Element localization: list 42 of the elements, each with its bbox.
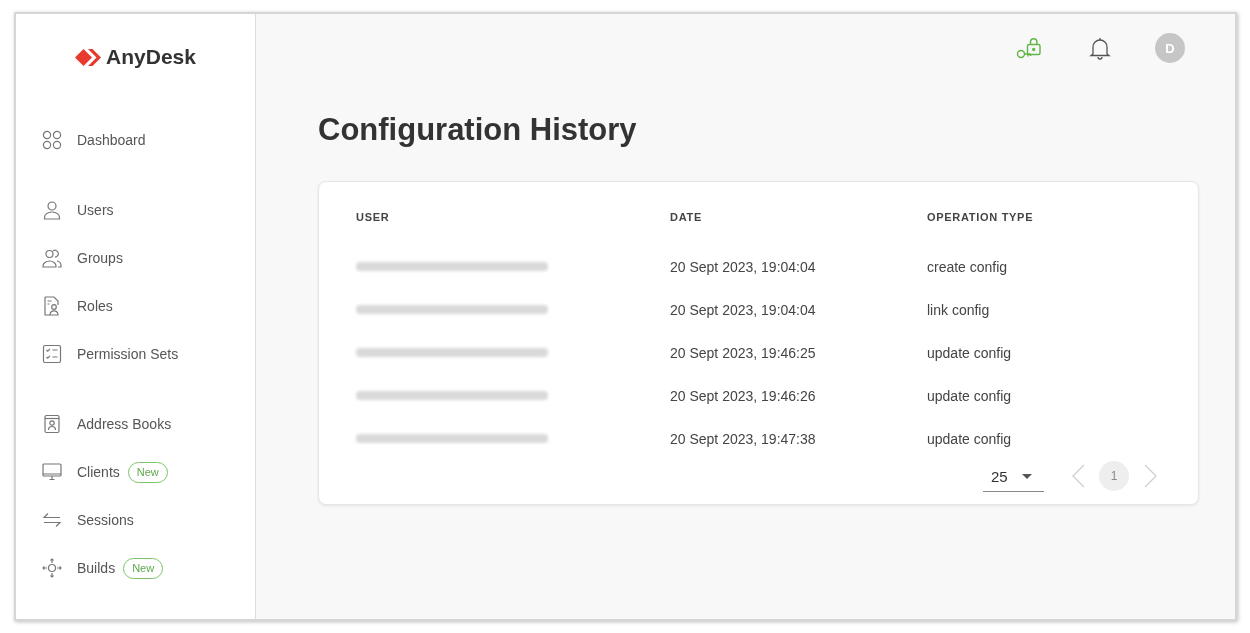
sidebar-item[interactable]: Permission Sets	[42, 344, 179, 364]
logo-text: AnyDesk	[106, 45, 196, 69]
sidebar-item[interactable]: Dashboard	[42, 130, 146, 150]
sidebar-item[interactable]: Groups	[42, 248, 123, 268]
two-people-icon	[42, 248, 62, 268]
chevron-right-icon	[1144, 464, 1158, 488]
four-circles-icon	[42, 130, 62, 150]
monitor-icon	[42, 462, 62, 482]
table-cell: update config	[927, 430, 1012, 447]
move-arrows-icon	[42, 558, 62, 578]
table-cell: link config	[927, 301, 990, 318]
sidebar-item[interactable]: Builds	[42, 558, 116, 578]
table-cell: 20 Sept 2023, 19:46:26	[670, 387, 816, 404]
caret-down-icon	[1022, 474, 1032, 479]
column-header: DATE	[670, 211, 702, 223]
person-icon	[42, 200, 62, 220]
contact-book-icon	[42, 414, 62, 434]
table-cell: 20 Sept 2023, 19:47:38	[670, 430, 816, 447]
sidebar-item[interactable]: Sessions	[42, 510, 134, 530]
sidebar-item[interactable]: Clients	[42, 462, 120, 482]
table-cell: create config	[927, 258, 1008, 275]
sidebar-item[interactable]: Users	[42, 200, 114, 220]
sidebar-item[interactable]: Address Books	[42, 414, 172, 434]
bell-icon	[1088, 36, 1112, 60]
key-lock-icon	[1016, 36, 1042, 60]
license-button[interactable]	[1016, 36, 1042, 60]
table-cell: 20 Sept 2023, 19:04:04	[670, 301, 816, 318]
sidebar-item[interactable]: Roles	[42, 296, 113, 316]
page-size-select[interactable]: 25	[983, 460, 1044, 492]
table-cell: 20 Sept 2023, 19:04:04	[670, 258, 816, 275]
page-title: Configuration History	[318, 112, 637, 148]
chevron-left-icon	[1071, 464, 1085, 488]
logo-icon	[75, 47, 103, 67]
table-cell: update config	[927, 387, 1012, 404]
notifications-button[interactable]	[1088, 36, 1112, 60]
column-header: OPERATION TYPE	[927, 211, 1034, 223]
document-person-icon	[42, 296, 62, 316]
table-cell: update config	[927, 344, 1012, 361]
table-cell: 20 Sept 2023, 19:46:25	[670, 344, 816, 361]
column-header: USER	[356, 211, 390, 223]
checklist-icon	[42, 344, 62, 364]
swap-arrows-icon	[42, 510, 62, 530]
